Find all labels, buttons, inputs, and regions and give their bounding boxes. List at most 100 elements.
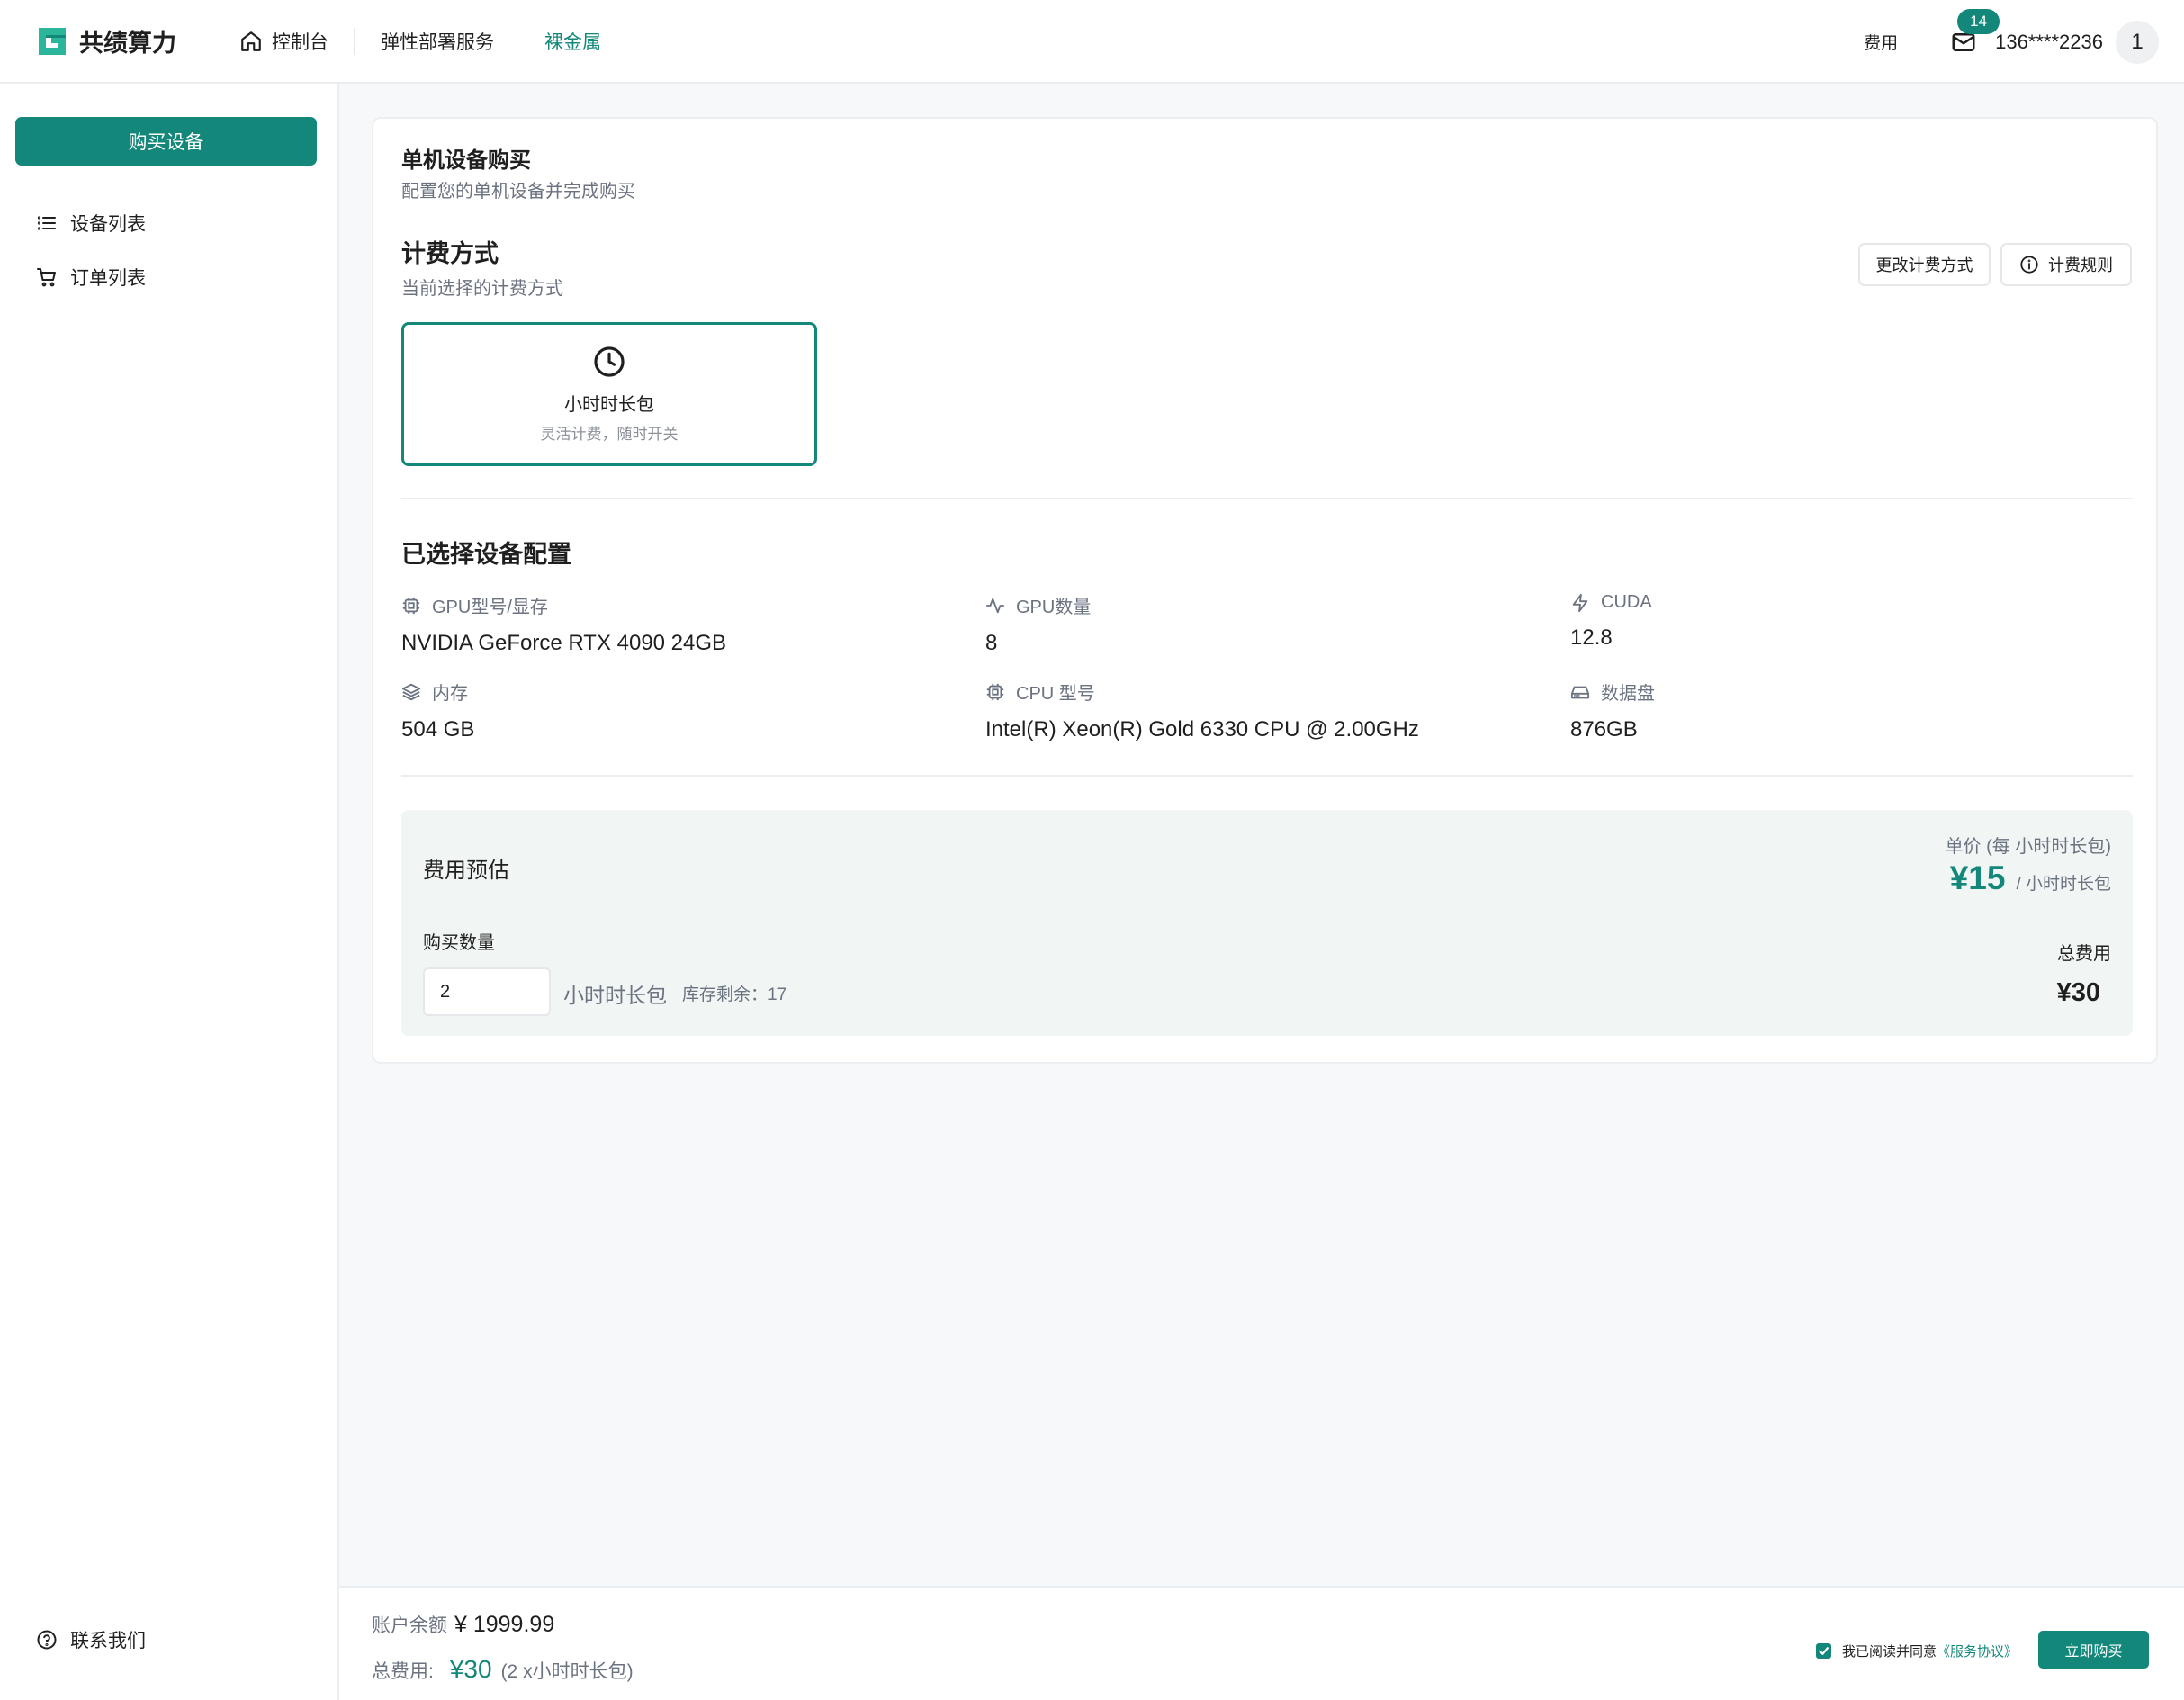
spec-value: NVIDIA GeForce RTX 4090 24GB <box>401 631 727 655</box>
unit-price: ¥15 / 小时时长包 <box>1950 859 2111 897</box>
mail-button[interactable]: 14 <box>1950 8 2000 56</box>
cart-icon <box>37 268 56 287</box>
billing-rules-button[interactable]: 计费规则 <box>2000 243 2132 286</box>
buy-device-button[interactable]: 购买设备 <box>15 117 317 166</box>
footer-total-label: 总费用: <box>372 1661 434 1682</box>
quantity-input[interactable]: 2 <box>423 967 551 1016</box>
brand-name: 共绩算力 <box>79 30 176 57</box>
quantity-label: 购买数量 <box>423 933 495 953</box>
total-cost-value: ¥30 <box>2056 978 2100 1007</box>
sidebar: 购买设备 设备列表 订单列表 联系我们 <box>0 84 339 1700</box>
billing-rules-label: 计费规则 <box>2048 256 2113 274</box>
agree-text: 我已阅读并同意 <box>1841 1644 1937 1660</box>
service-agreement-link[interactable]: 《服务协议》 <box>1937 1642 2018 1660</box>
footer-total-value: ¥30 <box>449 1655 492 1683</box>
contact-us-link[interactable]: 联系我们 <box>36 1626 146 1653</box>
total-cost-label: 总费用 <box>2057 944 2111 964</box>
home-icon <box>241 31 261 51</box>
spec-gpu-count: GPU数量 8 <box>985 592 1091 656</box>
spec-cpu-model: CPU 型号 Intel(R) Xeon(R) Gold 6330 CPU @ … <box>985 679 1419 742</box>
buy-now-button[interactable]: 立即购买 <box>2038 1631 2149 1669</box>
spec-label-text: GPU数量 <box>1016 598 1092 617</box>
spec-gpu-model: GPU型号/显存 NVIDIA GeForce RTX 4090 24GB <box>401 592 726 656</box>
spec-cuda: CUDA 12.8 <box>1570 592 1652 651</box>
cost-estimate-panel: 费用预估 单价 (每 小时时长包) ¥15 / 小时时长包 购买数量 2 小时时… <box>401 810 2133 1036</box>
purchase-card: 单机设备购买 配置您的单机设备并完成购买 计费方式 当前选择的计费方式 更改计费… <box>372 117 2158 1064</box>
balance-value: ¥ 1999.99 <box>454 1612 555 1637</box>
spec-data-disk: 数据盘 876GB <box>1570 679 1655 742</box>
disk-icon <box>1570 686 1590 698</box>
logo[interactable]: 共绩算力 <box>36 23 176 58</box>
top-bar: 共绩算力 控制台 弹性部署服务 裸金属 费用 14 136****2236 1 <box>0 0 2184 84</box>
plan-name: 小时时长包 <box>564 395 654 415</box>
spec-value: 12.8 <box>1570 625 1613 650</box>
plan-desc: 灵活计费，随时开关 <box>540 426 679 443</box>
spec-label: GPU数量 <box>985 592 1091 618</box>
nav-item-console[interactable]: 控制台 <box>214 25 354 58</box>
spec-memory: 内存 504 GB <box>401 679 474 742</box>
spec-label: CPU 型号 <box>985 679 1419 705</box>
stock-remaining: 库存剩余：17 <box>682 985 787 1004</box>
user-phone[interactable]: 136****2236 <box>1995 31 2103 54</box>
account-balance: 账户余额 ¥ 1999.99 <box>372 1611 554 1638</box>
nav-item-elastic-deploy[interactable]: 弹性部署服务 <box>355 25 519 58</box>
chip-icon <box>402 597 420 614</box>
footer-total: 总费用: ¥30 (2 x小时时长包) <box>372 1655 634 1684</box>
section-divider <box>401 498 2133 499</box>
spec-label: CUDA <box>1570 592 1652 613</box>
estimate-title: 费用预估 <box>423 859 509 883</box>
nav-item-label: 控制台 <box>272 31 328 53</box>
spec-label-text: 内存 <box>432 684 468 704</box>
clock-icon <box>594 346 625 377</box>
nav-item-label: 弹性部署服务 <box>381 31 494 53</box>
fee-link[interactable]: 费用 <box>1864 30 1898 54</box>
plan-card-hourly[interactable]: 小时时长包 灵活计费，随时开关 <box>401 322 817 466</box>
layers-icon <box>401 683 421 700</box>
spec-label-text: CPU 型号 <box>1016 684 1095 704</box>
sidebar-item-label: 订单列表 <box>70 268 146 289</box>
quantity-unit: 小时时长包 <box>563 984 667 1007</box>
sidebar-item-device-list[interactable]: 设备列表 <box>36 210 146 237</box>
nav-item-bare-metal[interactable]: 裸金属 <box>519 25 626 58</box>
mail-count-badge: 14 <box>1957 8 2000 34</box>
avatar[interactable]: 1 <box>2116 20 2159 64</box>
spec-label: 内存 <box>401 679 474 705</box>
sidebar-item-order-list[interactable]: 订单列表 <box>36 264 146 291</box>
footer-total-note: (2 x小时时长包) <box>500 1661 634 1682</box>
unit-price-label: 单价 (每 小时时长包) <box>1945 837 2111 857</box>
spec-label: GPU型号/显存 <box>401 592 726 618</box>
nav-item-label: 裸金属 <box>544 31 601 53</box>
spec-value: 504 GB <box>401 717 475 742</box>
change-billing-label: 更改计费方式 <box>1875 256 1973 274</box>
billing-subtitle: 当前选择的计费方式 <box>401 279 563 299</box>
chip-icon <box>986 683 1004 700</box>
bolt-icon <box>1572 593 1588 612</box>
sidebar-item-label: 设备列表 <box>70 214 146 235</box>
unit-price-per: / 小时时长包 <box>2016 875 2111 894</box>
spec-label: 数据盘 <box>1570 679 1655 705</box>
contact-label: 联系我们 <box>70 1631 146 1651</box>
info-icon <box>2020 256 2038 274</box>
agreement: 我已阅读并同意 《服务协议》 <box>1815 1642 2018 1660</box>
section-divider <box>401 775 2133 777</box>
spec-value: Intel(R) Xeon(R) Gold 6330 CPU @ 2.00GHz <box>985 717 1419 742</box>
balance-label: 账户余额 <box>372 1615 447 1636</box>
agree-checkbox[interactable] <box>1815 1643 1831 1659</box>
help-circle-icon <box>37 1630 57 1650</box>
spec-value: 876GB <box>1570 717 1638 742</box>
spec-label-text: 数据盘 <box>1601 684 1655 704</box>
checkout-footer: 账户余额 ¥ 1999.99 总费用: ¥30 (2 x小时时长包) 我已阅读并同… <box>339 1586 2184 1700</box>
activity-icon <box>985 598 1005 613</box>
billing-title: 计费方式 <box>401 240 499 267</box>
top-right-actions: 费用 14 136****2236 1 <box>1864 0 2159 84</box>
check-icon <box>1819 1647 1829 1655</box>
main-nav: 控制台 弹性部署服务 裸金属 <box>214 25 626 58</box>
spec-label-text: CUDA <box>1601 592 1652 612</box>
unit-price-amount: ¥15 <box>1949 859 2006 896</box>
config-title: 已选择设备配置 <box>401 541 571 568</box>
change-billing-button[interactable]: 更改计费方式 <box>1858 243 1991 286</box>
spec-label-text: GPU型号/显存 <box>432 598 548 617</box>
brand-logo-icon <box>39 27 66 55</box>
list-icon <box>37 216 56 230</box>
page-title: 单机设备购买 <box>401 148 531 173</box>
